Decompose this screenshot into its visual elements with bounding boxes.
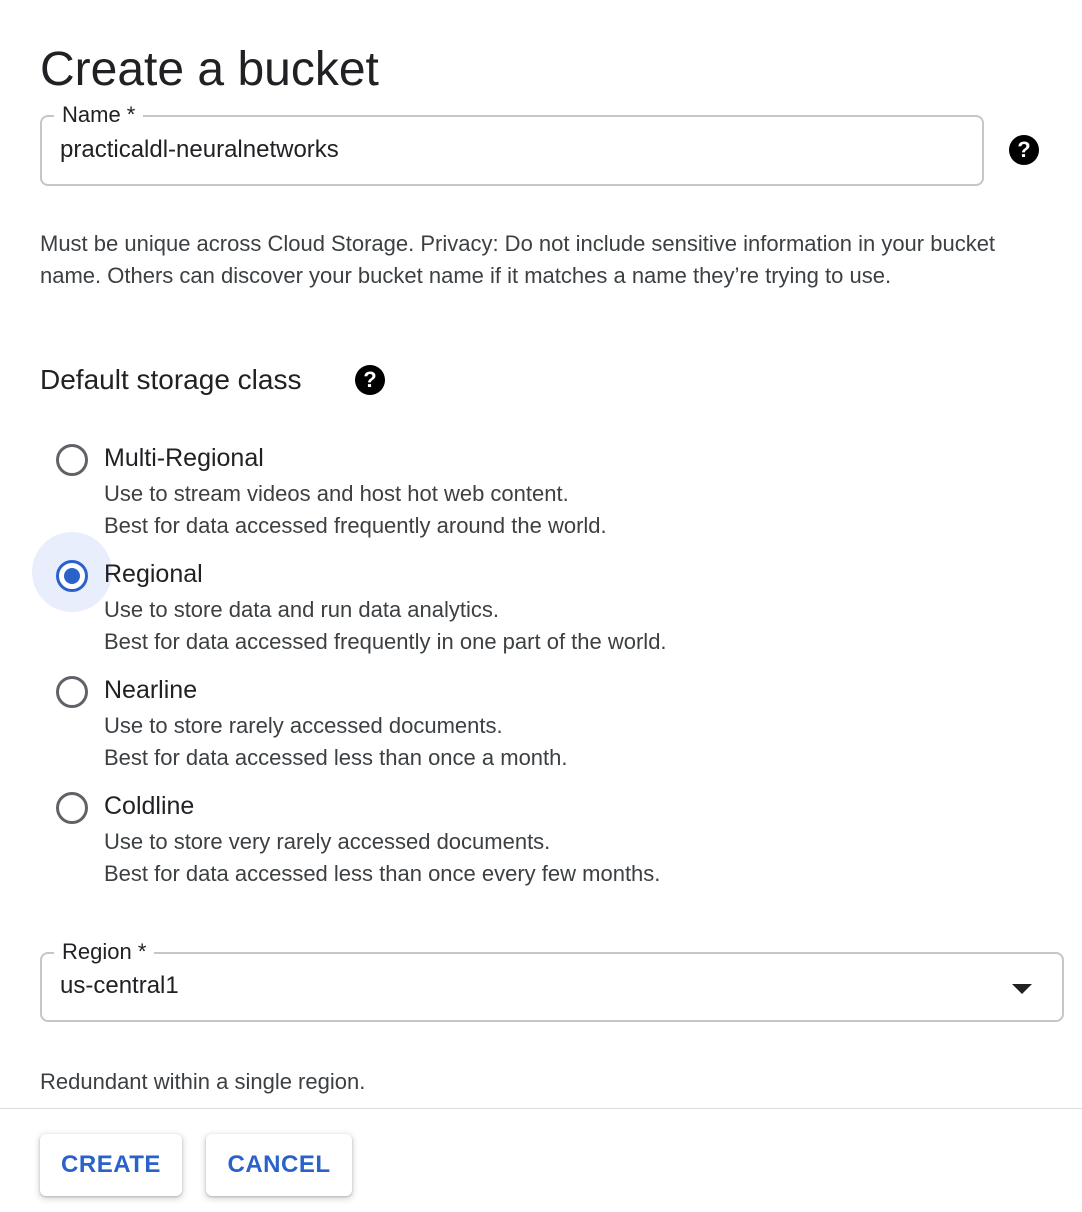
cancel-button[interactable]: CANCEL: [206, 1134, 352, 1196]
region-value: us-central1: [60, 972, 179, 999]
storage-class-option-multi-regional[interactable]: Multi-Regional Use to stream videos and …: [40, 440, 940, 552]
region-label: Region *: [54, 938, 155, 966]
option-label: Coldline: [104, 792, 195, 820]
region-helper-text: Redundant within a single region.: [40, 1069, 366, 1094]
divider: [0, 1108, 1082, 1109]
bucket-name-helper-text: Must be unique across Cloud Storage. Pri…: [40, 231, 996, 288]
radio-button[interactable]: [56, 444, 88, 476]
radio-button[interactable]: [56, 676, 88, 708]
storage-class-option-regional[interactable]: Regional Use to store data and run data …: [32, 532, 940, 668]
radio-dot: [64, 568, 80, 584]
option-description: Use to stream videos and host hot web co…: [104, 481, 569, 506]
region-select[interactable]: Region * us-central1: [40, 938, 1064, 1022]
option-label: Regional: [104, 560, 203, 588]
option-description: Best for data accessed frequently around…: [104, 513, 607, 538]
radio-button[interactable]: [56, 792, 88, 824]
bucket-name-value[interactable]: practicaldl-neuralnetworks: [60, 134, 339, 166]
option-description: Best for data accessed less than once ev…: [104, 861, 661, 886]
storage-class-option-coldline[interactable]: Coldline Use to store very rarely access…: [40, 788, 940, 900]
page-title: Create a bucket: [40, 43, 379, 96]
bucket-name-label: Name *: [54, 101, 144, 129]
option-description: Best for data accessed less than once a …: [104, 745, 568, 770]
option-description: Use to store data and run data analytics…: [104, 597, 500, 622]
storage-class-option-nearline[interactable]: Nearline Use to store rarely accessed do…: [40, 672, 940, 784]
arrow-drop-down-icon[interactable]: [1012, 984, 1032, 994]
option-label: Multi-Regional: [104, 444, 264, 472]
option-description: Use to store very rarely accessed docume…: [104, 829, 551, 854]
option-description: Best for data accessed frequently in one…: [104, 629, 667, 654]
option-description: Use to store rarely accessed documents.: [104, 713, 503, 738]
bucket-name-field[interactable]: Name * practicaldl-neuralnetworks: [40, 101, 984, 186]
storage-class-title: Default storage class: [40, 364, 302, 395]
help-icon[interactable]: ?: [1009, 135, 1039, 165]
radio-button[interactable]: [56, 560, 88, 592]
create-button[interactable]: CREATE: [40, 1134, 182, 1196]
option-label: Nearline: [104, 676, 198, 704]
help-icon[interactable]: ?: [355, 365, 385, 395]
